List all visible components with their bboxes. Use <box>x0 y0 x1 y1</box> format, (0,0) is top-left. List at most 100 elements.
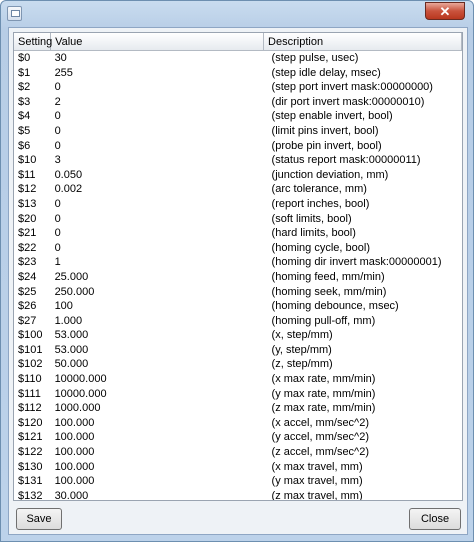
cell-value[interactable]: 0 <box>51 109 264 124</box>
cell-setting: $22 <box>18 241 37 254</box>
table-row[interactable]: $0 30 (step pulse, usec) <box>14 51 462 66</box>
cell-setting: $120 <box>18 416 43 429</box>
cell-setting: $131 <box>18 475 43 488</box>
settings-table-container[interactable]: Setting Value Description $0 30 (step puls… <box>13 32 463 501</box>
save-button[interactable]: Save <box>16 508 62 530</box>
settings-window: ✕ Setting Value Description $0 30 (step pu… <box>0 0 474 542</box>
table-row[interactable]: $11 0.050 (junction deviation, mm) <box>14 168 462 183</box>
column-header-setting[interactable]: Setting <box>14 33 52 51</box>
cell-description: (x accel, mm/sec^2) <box>271 416 369 429</box>
cell-value[interactable]: 0.002 <box>51 182 264 197</box>
cell-description: (y max rate, mm/min) <box>271 387 376 400</box>
cell-value[interactable]: 100.000 <box>51 445 264 460</box>
cell-description: (homing feed, mm/min) <box>271 270 385 283</box>
cell-value[interactable]: 100.000 <box>51 416 264 431</box>
cell-value[interactable]: 0.050 <box>51 168 264 183</box>
cell-description: (hard limits, bool) <box>271 227 356 240</box>
table-row[interactable]: $2 0 (step port invert mask:00000000) <box>14 80 462 95</box>
cell-value[interactable]: 0 <box>51 226 264 241</box>
table-row[interactable]: $20 0 (soft limits, bool) <box>14 212 462 227</box>
cell-value[interactable]: 250.000 <box>51 285 264 300</box>
table-row[interactable]: $5 0 (limit pins invert, bool) <box>14 124 462 139</box>
column-header-description[interactable]: Description <box>263 33 462 51</box>
cell-value[interactable]: 255 <box>51 66 264 81</box>
table-row[interactable]: $25 250.000 (homing seek, mm/min) <box>14 285 462 300</box>
cell-setting: $12 <box>18 183 37 196</box>
cell-setting: $132 <box>18 489 43 501</box>
table-row[interactable]: $3 2 (dir port invert mask:00000010) <box>14 95 462 110</box>
table-row[interactable]: $121 100.000 (y accel, mm/sec^2) <box>14 430 462 445</box>
cell-value[interactable]: 53.000 <box>51 328 264 343</box>
cell-value[interactable]: 1000.000 <box>51 401 264 416</box>
cell-setting: $26 <box>18 300 37 313</box>
cell-value[interactable]: 53.000 <box>51 343 264 358</box>
cell-description: (step enable invert, bool) <box>271 110 393 123</box>
table-row[interactable]: $6 0 (probe pin invert, bool) <box>14 139 462 154</box>
table-row[interactable]: $10 3 (status report mask:00000011) <box>14 153 462 168</box>
cell-value[interactable]: 3 <box>51 153 264 168</box>
table-header-row: Setting Value Description <box>14 33 462 51</box>
cell-value[interactable]: 30.000 <box>51 489 264 500</box>
cell-value[interactable]: 2 <box>51 95 264 110</box>
table-row[interactable]: $4 0 (step enable invert, bool) <box>14 109 462 124</box>
cell-value[interactable]: 100.000 <box>51 430 264 445</box>
cell-value[interactable]: 100 <box>51 299 264 314</box>
table-row[interactable]: $132 30.000 (z max travel, mm) <box>14 489 462 501</box>
table-row[interactable]: $100 53.000 (x, step/mm) <box>14 328 462 343</box>
cell-value[interactable]: 50.000 <box>51 357 264 372</box>
cell-setting: $111 <box>18 387 41 400</box>
close-button[interactable]: Close <box>409 508 461 530</box>
table-row[interactable]: $111 10000.000 (y max rate, mm/min) <box>14 387 462 402</box>
table-row[interactable]: $21 0 (hard limits, bool) <box>14 226 462 241</box>
cell-value[interactable]: 0 <box>51 197 264 212</box>
table-row[interactable]: $122 100.000 (z accel, mm/sec^2) <box>14 445 462 460</box>
table-row[interactable]: $27 1.000 (homing pull-off, mm) <box>14 314 462 329</box>
cell-value[interactable]: 0 <box>51 241 264 256</box>
cell-setting: $4 <box>18 110 31 123</box>
table-row[interactable]: $130 100.000 (x max travel, mm) <box>14 460 462 475</box>
cell-description: (x max rate, mm/min) <box>271 373 376 386</box>
cell-setting: $110 <box>18 373 42 386</box>
table-row[interactable]: $120 100.000 (x accel, mm/sec^2) <box>14 416 462 431</box>
column-header-value[interactable]: Value <box>50 33 265 51</box>
table-row[interactable]: $110 10000.000 (x max rate, mm/min) <box>14 372 462 387</box>
cell-description: (z max travel, mm) <box>271 489 363 501</box>
table-row[interactable]: $22 0 (homing cycle, bool) <box>14 241 462 256</box>
cell-setting: $122 <box>18 446 43 459</box>
cell-description: (junction deviation, mm) <box>271 168 389 181</box>
cell-value[interactable]: 0 <box>51 139 264 154</box>
cell-value[interactable]: 0 <box>51 212 264 227</box>
cell-value[interactable]: 30 <box>51 51 264 66</box>
close-icon: ✕ <box>439 4 451 19</box>
cell-value[interactable]: 10000.000 <box>51 372 264 387</box>
cell-value[interactable]: 1.000 <box>51 314 264 329</box>
table-row[interactable]: $112 1000.000 (z max rate, mm/min) <box>14 401 462 416</box>
title-bar[interactable]: ✕ <box>1 1 473 27</box>
table-row[interactable]: $1 255 (step idle delay, msec) <box>14 66 462 81</box>
cell-value[interactable]: 0 <box>51 80 264 95</box>
table-row[interactable]: $13 0 (report inches, bool) <box>14 197 462 212</box>
table-row[interactable]: $12 0.002 (arc tolerance, mm) <box>14 182 462 197</box>
cell-value[interactable]: 0 <box>51 124 264 139</box>
cell-value[interactable]: 1 <box>51 255 264 270</box>
cell-setting: $121 <box>18 431 43 444</box>
cell-description: (y max travel, mm) <box>271 475 363 488</box>
cell-value[interactable]: 100.000 <box>51 460 264 475</box>
cell-setting: $20 <box>18 212 37 225</box>
cell-description: (y, step/mm) <box>271 343 332 356</box>
cell-value[interactable]: 25.000 <box>51 270 264 285</box>
cell-setting: $27 <box>18 314 37 327</box>
cell-setting: $1 <box>18 66 31 79</box>
table-row[interactable]: $131 100.000 (y max travel, mm) <box>14 474 462 489</box>
cell-description: (y accel, mm/sec^2) <box>271 431 369 444</box>
table-row[interactable]: $26 100 (homing debounce, msec) <box>14 299 462 314</box>
table-row[interactable]: $102 50.000 (z, step/mm) <box>14 357 462 372</box>
cell-value[interactable]: 10000.000 <box>51 387 264 402</box>
cell-value[interactable]: 100.000 <box>51 474 264 489</box>
table-row[interactable]: $24 25.000 (homing feed, mm/min) <box>14 270 462 285</box>
table-row[interactable]: $23 1 (homing dir invert mask:00000001) <box>14 255 462 270</box>
cell-description: (z accel, mm/sec^2) <box>271 446 369 459</box>
window-close-button[interactable]: ✕ <box>425 2 465 20</box>
cell-description: (x max travel, mm) <box>271 460 363 473</box>
table-row[interactable]: $101 53.000 (y, step/mm) <box>14 343 462 358</box>
